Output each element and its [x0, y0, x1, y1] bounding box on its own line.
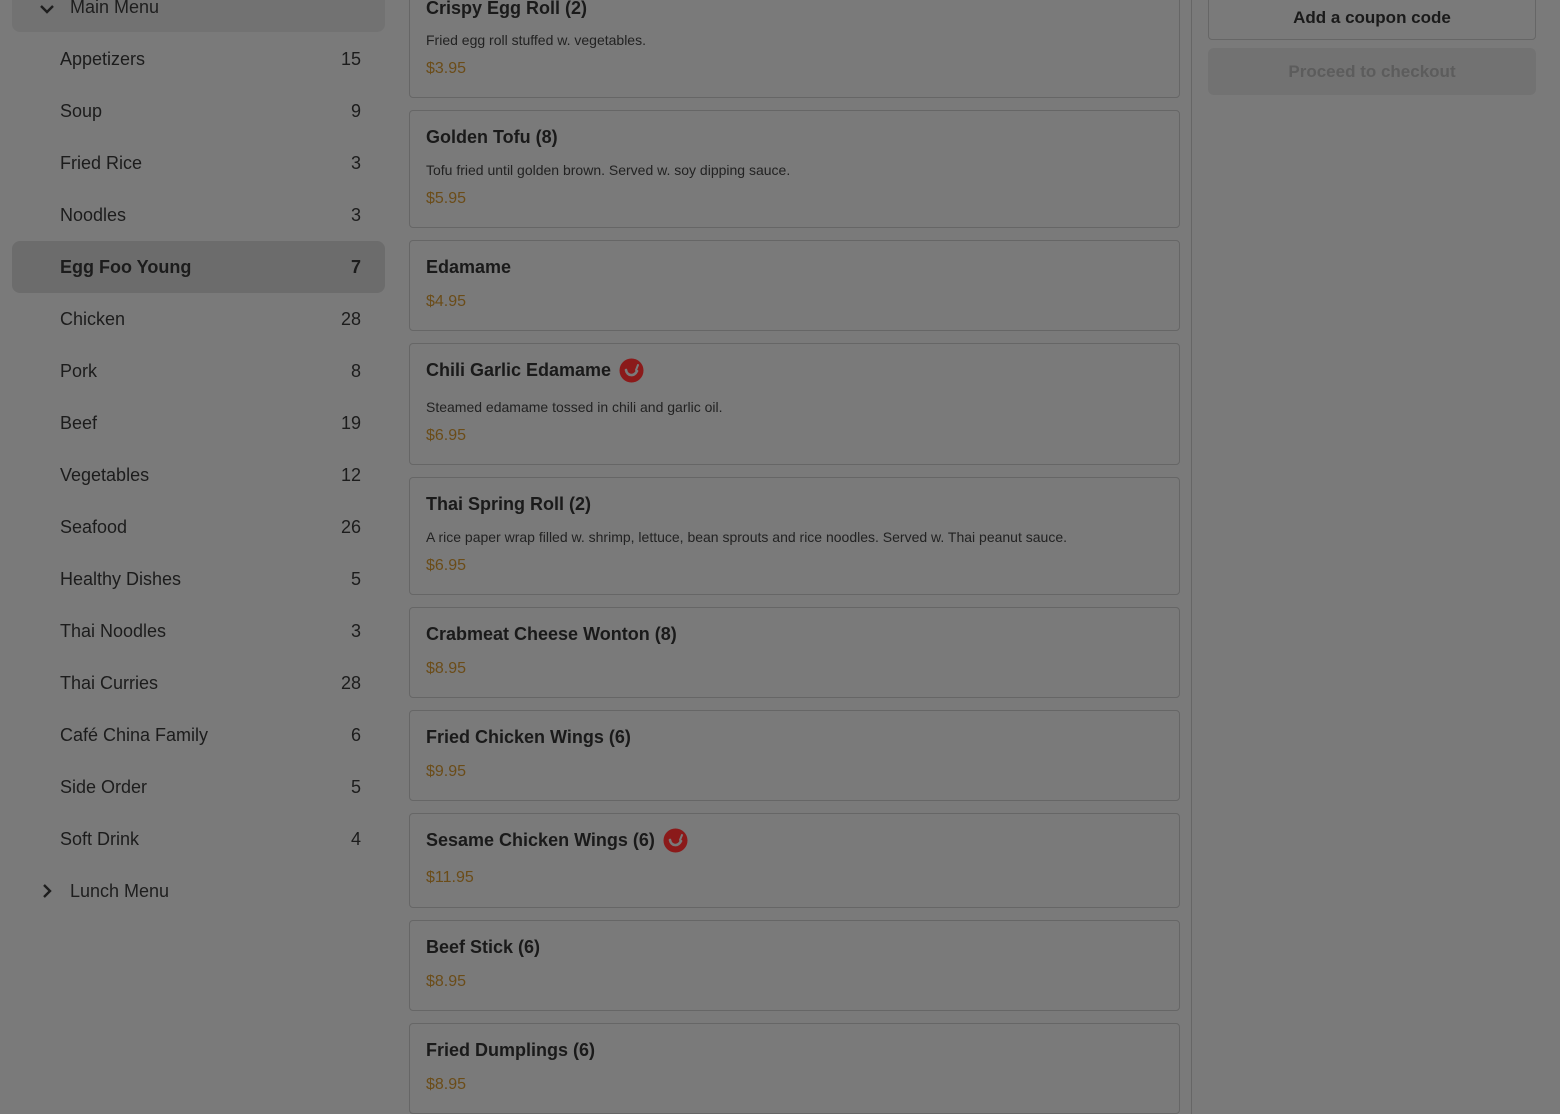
category-count: 5: [350, 568, 361, 589]
sidebar-item-appetizers[interactable]: Appetizers 15: [12, 33, 385, 85]
menu-item-card[interactable]: Sesame Chicken Wings (6) $11.95: [409, 813, 1180, 908]
category-label: Thai Noodles: [60, 620, 167, 641]
category-label: Noodles: [60, 204, 127, 225]
category-label: Healthy Dishes: [60, 568, 182, 589]
item-description: Steamed edamame tossed in chili and garl…: [426, 399, 723, 415]
sidebar-item-healthy-dishes[interactable]: Healthy Dishes 5: [12, 553, 385, 605]
item-price: $8.95: [426, 1076, 467, 1093]
chevron-down-icon: [40, 5, 54, 14]
category-count: 4: [350, 828, 361, 849]
category-label: Seafood: [60, 516, 128, 537]
category-count: 6: [350, 724, 361, 745]
category-label: Appetizers: [60, 48, 146, 69]
sidebar-item-thai-curries[interactable]: Thai Curries 28: [12, 657, 385, 709]
add-coupon-button[interactable]: Add a coupon code: [1208, 0, 1536, 40]
category-count: 9: [350, 100, 361, 121]
lunch-menu-header[interactable]: Lunch Menu: [12, 865, 385, 917]
item-description: Fried egg roll stuffed w. vegetables.: [426, 32, 646, 48]
menu-item-card[interactable]: Golden Tofu (8) Tofu fried until golden …: [409, 110, 1180, 228]
menu-item-card[interactable]: Crispy Egg Roll (2) Fried egg roll stuff…: [409, 0, 1180, 98]
item-name: Sesame Chicken Wings (6): [426, 830, 655, 850]
category-label: Pork: [60, 360, 98, 381]
category-count: 12: [340, 464, 361, 485]
sidebar-item-fried-rice[interactable]: Fried Rice 3: [12, 137, 385, 189]
menu-item-card[interactable]: Thai Spring Roll (2) A rice paper wrap f…: [409, 477, 1180, 595]
item-name: Fried Dumplings (6): [426, 1040, 596, 1060]
item-name: Beef Stick (6): [426, 937, 541, 957]
category-label: Side Order: [60, 776, 148, 797]
item-description: Tofu fried until golden brown. Served w.…: [426, 162, 791, 178]
sidebar-item-vegetables[interactable]: Vegetables 12: [12, 449, 385, 501]
proceed-to-checkout-button[interactable]: Proceed to checkout: [1208, 48, 1536, 95]
category-label: Beef: [60, 412, 98, 433]
sidebar-item-noodles[interactable]: Noodles 3: [12, 189, 385, 241]
menu-item-card[interactable]: Fried Chicken Wings (6) $9.95: [409, 710, 1180, 801]
category-count: 15: [340, 48, 361, 69]
category-count: 8: [350, 360, 361, 381]
item-price: $3.95: [426, 60, 467, 77]
menu-item-card[interactable]: Edamame $4.95: [409, 240, 1180, 331]
category-count: 28: [340, 308, 361, 329]
sidebar-item-chicken[interactable]: Chicken 28: [12, 293, 385, 345]
menu-item-card[interactable]: Crabmeat Cheese Wonton (8) $8.95: [409, 607, 1180, 698]
chili-pepper-icon: [619, 358, 644, 383]
item-name-row: Chili Garlic Edamame: [426, 358, 644, 383]
menu-item-card[interactable]: Chili Garlic Edamame Steamed edamame tos…: [409, 343, 1180, 465]
item-description: A rice paper wrap filled w. shrimp, lett…: [426, 529, 1067, 545]
item-price: $5.95: [426, 190, 467, 207]
item-price: $6.95: [426, 557, 467, 574]
chili-pepper-icon: [663, 828, 688, 853]
sidebar-item-pork[interactable]: Pork 8: [12, 345, 385, 397]
item-name: Fried Chicken Wings (6): [426, 727, 631, 747]
item-name: Crabmeat Cheese Wonton (8): [426, 624, 677, 644]
sidebar-item-soft-drink[interactable]: Soft Drink 4: [12, 813, 385, 865]
item-price: $4.95: [426, 293, 467, 310]
category-count: 3: [350, 152, 361, 173]
category-count: 26: [340, 516, 361, 537]
category-count: 19: [340, 412, 361, 433]
sidebar-item-thai-noodles[interactable]: Thai Noodles 3: [12, 605, 385, 657]
item-price: $8.95: [426, 660, 467, 677]
menu-item-card[interactable]: Fried Dumplings (6) $8.95: [409, 1023, 1180, 1114]
main-menu-label: Main Menu: [70, 0, 160, 17]
category-sidebar: Main Menu Appetizers 15 Soup 9 Fried Ric…: [12, 0, 385, 1114]
item-price: $6.95: [426, 427, 467, 444]
item-price: $8.95: [426, 973, 467, 990]
item-price: $11.95: [426, 869, 474, 886]
lunch-menu-label: Lunch Menu: [70, 880, 170, 901]
sidebar-item-beef[interactable]: Beef 19: [12, 397, 385, 449]
menu-item-card[interactable]: Beef Stick (6) $8.95: [409, 920, 1180, 1011]
category-label: Fried Rice: [60, 152, 143, 173]
item-name: Crispy Egg Roll (2): [426, 0, 588, 18]
sidebar-item-cafe-china-family[interactable]: Café China Family 6: [12, 709, 385, 761]
category-count: 5: [350, 776, 361, 797]
category-label: Vegetables: [60, 464, 150, 485]
category-label: Thai Curries: [60, 672, 159, 693]
category-label: Chicken: [60, 308, 126, 329]
item-name: Golden Tofu (8): [426, 127, 558, 147]
category-label: Egg Foo Young: [60, 256, 192, 277]
category-count: 28: [340, 672, 361, 693]
chevron-right-icon: [43, 884, 52, 898]
sidebar-item-egg-foo-young[interactable]: Egg Foo Young 7: [12, 241, 385, 293]
item-price: $9.95: [426, 763, 467, 780]
item-name: Thai Spring Roll (2): [426, 494, 591, 514]
sidebar-item-side-order[interactable]: Side Order 5: [12, 761, 385, 813]
main-menu-header[interactable]: Main Menu: [12, 0, 385, 32]
sidebar-item-soup[interactable]: Soup 9: [12, 85, 385, 137]
item-name-row: Sesame Chicken Wings (6): [426, 828, 688, 853]
item-name: Edamame: [426, 257, 512, 277]
category-count: 3: [350, 620, 361, 641]
item-name: Chili Garlic Edamame: [426, 360, 612, 380]
category-count: 7: [350, 256, 361, 277]
category-count: 3: [350, 204, 361, 225]
column-divider: [1191, 0, 1192, 1114]
category-label: Soft Drink: [60, 828, 140, 849]
category-list: Appetizers 15 Soup 9 Fried Rice 3 Noodle…: [12, 33, 385, 865]
sidebar-item-seafood[interactable]: Seafood 26: [12, 501, 385, 553]
category-label: Café China Family: [60, 724, 209, 745]
category-label: Soup: [60, 100, 103, 121]
